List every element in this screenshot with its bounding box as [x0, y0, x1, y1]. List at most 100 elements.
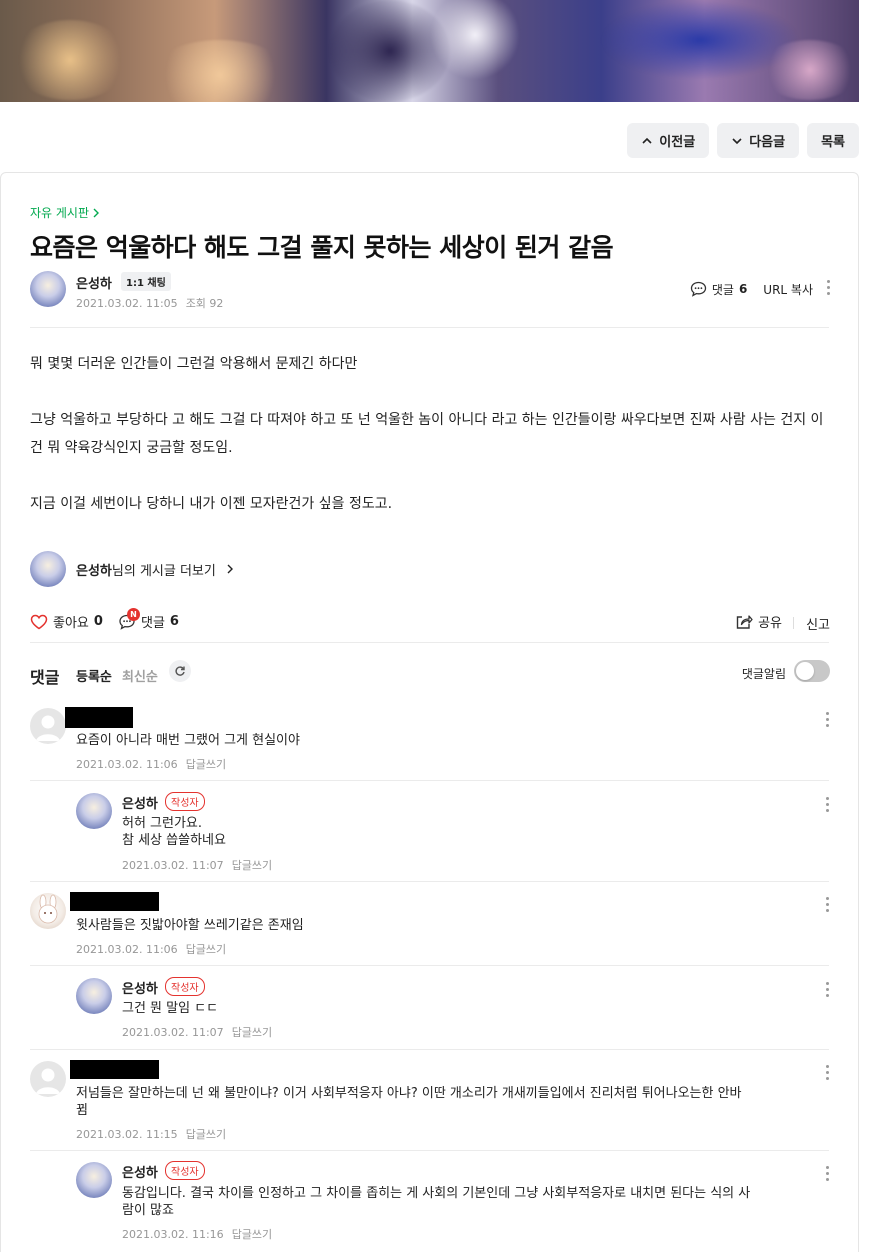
list-label: 목록: [821, 135, 845, 150]
author-avatar[interactable]: [30, 271, 66, 307]
comment-text: 그건 뭔 말임 ㄷㄷ: [122, 1001, 219, 1016]
comment-more-icon[interactable]: [826, 797, 830, 815]
author-tag-badge: 작성자: [165, 792, 205, 811]
post-meta: 2021.03.02. 11:05 조회 92: [76, 295, 223, 311]
sort-latest-tab[interactable]: 최신순: [122, 666, 158, 685]
list-button[interactable]: 목록: [807, 123, 859, 158]
comment-author-name[interactable]: 은성하: [122, 978, 158, 997]
comment-date: 2021.03.02. 11:06: [76, 943, 178, 956]
refresh-icon[interactable]: [169, 660, 191, 682]
divider: [30, 1150, 829, 1151]
author-avatar[interactable]: [76, 1162, 112, 1198]
next-post-button[interactable]: 다음글: [717, 123, 800, 158]
comment-alert-toggle[interactable]: [794, 660, 830, 682]
divider: [30, 881, 829, 882]
share-button[interactable]: 공유: [735, 612, 782, 631]
reply-button[interactable]: 답글쓰기: [186, 943, 226, 956]
author-avatar[interactable]: [76, 793, 112, 829]
divider: [30, 642, 829, 643]
chat-button[interactable]: 1:1 채팅: [121, 272, 171, 291]
prev-post-label: 이전글: [659, 135, 696, 150]
author-avatar: [30, 551, 66, 587]
comment-count: 6: [169, 614, 179, 629]
redacted-username: [70, 892, 159, 911]
header-banner-image: [0, 0, 859, 102]
divider: [30, 780, 829, 781]
comment-date: 2021.03.02. 11:16: [122, 1228, 224, 1241]
comments-title: 댓글: [30, 668, 60, 687]
more-posts-link[interactable]: 은성하님의 게시글 더보기: [30, 551, 234, 587]
author-tag-badge: 작성자: [165, 977, 205, 996]
post-title: 요즘은 억울하다 해도 그걸 풀지 못하는 세상이 된거 같음: [30, 233, 614, 262]
comment-count-button[interactable]: N 댓글 6: [118, 607, 179, 631]
comment-date: 2021.03.02. 11:07: [122, 859, 224, 872]
comment-more-icon[interactable]: [826, 897, 830, 915]
post-author-row: 은성하 1:1 채팅 2021.03.02. 11:05 조회 92 댓글 6 U…: [30, 271, 830, 311]
more-posts-suffix: 님의 게시글 더보기: [111, 563, 216, 579]
like-button[interactable]: 좋아요 0: [30, 612, 103, 631]
comment-item: 저넘들은 잘만하는데 넌 왜 불만이냐? 이거 사회부적응자 아냐? 이딴 개소…: [30, 1060, 830, 1145]
reply-item: 은성하 작성자 동감입니다. 결국 차이를 인정하고 그 차이를 좁히는 게 사…: [76, 1161, 830, 1246]
comment-text: 윗사람들은 짓밟아야할 쓰레기같은 존재임: [76, 918, 304, 933]
chevron-up-icon: [642, 137, 652, 144]
share-icon: [736, 614, 753, 629]
board-breadcrumb[interactable]: 자유 게시판: [30, 204, 100, 221]
post-date: 2021.03.02. 11:05: [76, 297, 178, 310]
post-views: 조회 92: [185, 297, 224, 310]
reply-item: 은성하 작성자 그건 뭔 말임 ㄷㄷ 2021.03.02. 11:07 답글쓰기: [76, 977, 830, 1040]
reply-button[interactable]: 답글쓰기: [232, 859, 272, 872]
author-name[interactable]: 은성하: [76, 273, 112, 292]
board-name: 자유 게시판: [30, 206, 90, 220]
comment-text: 저넘들은 잘만하는데 넌 왜 불만이냐? 이거 사회부적응자 아냐? 이딴 개소…: [76, 1086, 742, 1118]
reply-button[interactable]: 답글쓰기: [232, 1026, 272, 1039]
report-button[interactable]: 신고: [806, 614, 830, 633]
post-paragraph: 지금 이걸 세번이나 당하니 내가 이젠 모자란건가 싶을 정도고.: [30, 496, 393, 512]
comment-bubble-icon: [690, 281, 706, 297]
next-post-label: 다음글: [749, 135, 786, 150]
comment-meta: 2021.03.02. 11:07 답글쓰기: [122, 857, 272, 873]
reply-item: 은성하 작성자 허허 그런가요. 참 세상 씁쓸하네요 2021.03.02. …: [76, 792, 830, 873]
comment-meta: 2021.03.02. 11:07 답글쓰기: [122, 1024, 272, 1040]
comment-meta: 2021.03.02. 11:15 답글쓰기: [76, 1126, 226, 1142]
redacted-username: [70, 1060, 159, 1079]
comment-date: 2021.03.02. 11:06: [76, 758, 178, 771]
comment-date: 2021.03.02. 11:07: [122, 1026, 224, 1039]
comment-more-icon[interactable]: [826, 712, 830, 730]
divider: [30, 1049, 829, 1050]
author-avatar[interactable]: [76, 978, 112, 1014]
comment-author-name[interactable]: 은성하: [122, 1162, 158, 1181]
reply-button[interactable]: 답글쓰기: [186, 758, 226, 771]
post-paragraph: 뭐 몇몇 더러운 인간들이 그런걸 악용해서 문제긴 하다만: [30, 356, 358, 372]
default-avatar-icon[interactable]: [30, 1061, 66, 1097]
new-badge: N: [127, 607, 140, 621]
more-posts-text: 은성하님의 게시글 더보기: [76, 560, 216, 579]
divider: [30, 327, 829, 328]
more-posts-author: 은성하: [76, 563, 112, 579]
redacted-username: [65, 707, 133, 728]
comment-author-name[interactable]: 은성하: [122, 793, 158, 812]
reply-button[interactable]: 답글쓰기: [232, 1228, 272, 1241]
post-comment-count: 6: [738, 282, 748, 296]
prev-post-button[interactable]: 이전글: [627, 123, 710, 158]
comment-meta: 2021.03.02. 11:06 답글쓰기: [76, 756, 226, 772]
post-comment-link[interactable]: 댓글 6: [690, 281, 747, 298]
post-more-icon[interactable]: [827, 280, 830, 298]
bunny-avatar-icon[interactable]: [30, 893, 66, 929]
comment-text: 동감입니다. 결국 차이를 인정하고 그 차이를 좁히는 게 사회의 기본인데 …: [122, 1186, 751, 1218]
comment-more-icon[interactable]: [826, 1065, 830, 1083]
chevron-down-icon: [732, 137, 742, 144]
sort-registered-tab[interactable]: 등록순: [76, 666, 112, 685]
like-count: 0: [93, 614, 103, 629]
post-comment-label: 댓글: [711, 282, 734, 297]
comment-more-icon[interactable]: [826, 1166, 830, 1184]
comment-item: 요즘이 아니라 매번 그랬어 그게 현실이야 2021.03.02. 11:06…: [30, 707, 830, 778]
comment-more-icon[interactable]: [826, 982, 830, 1000]
url-copy-button[interactable]: URL 복사: [763, 281, 813, 298]
divider: [30, 965, 829, 966]
comment-item: 윗사람들은 짓밟아야할 쓰레기같은 존재임 2021.03.02. 11:06 답…: [30, 892, 830, 963]
chevron-right-icon: [227, 564, 233, 574]
share-label: 공유: [758, 616, 782, 631]
comment-alert-label: 댓글알림: [741, 667, 786, 681]
default-avatar-icon[interactable]: [30, 708, 66, 744]
reply-button[interactable]: 답글쓰기: [186, 1128, 226, 1141]
